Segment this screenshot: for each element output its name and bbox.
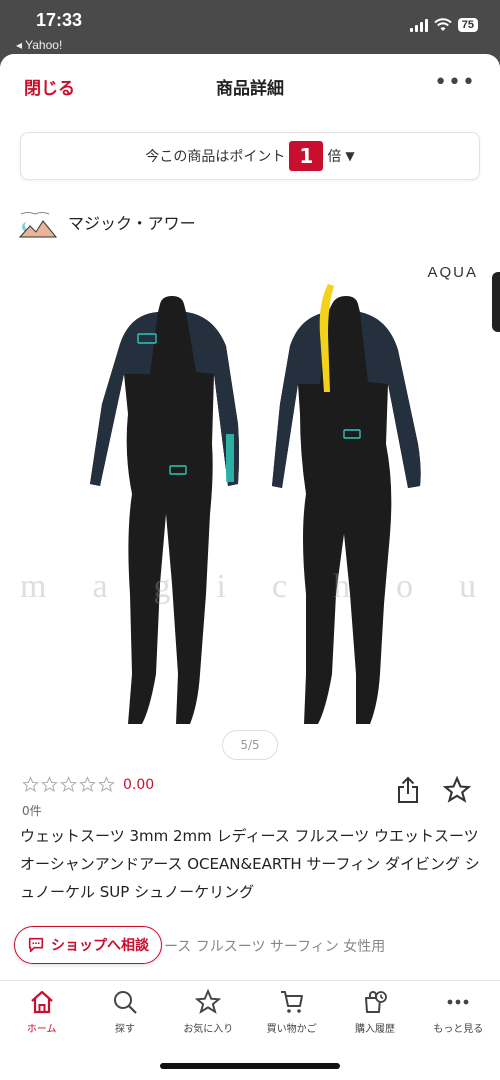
review-count[interactable]: 0件 xyxy=(22,802,42,819)
points-prefix: 今この商品はポイント xyxy=(145,149,286,165)
star-empty-icon xyxy=(41,776,58,792)
share-icon[interactable] xyxy=(396,776,420,804)
chat-bubble-icon xyxy=(28,937,44,953)
product-catchcopy: ィース フルスーツ サーフィン 女性用 xyxy=(150,939,386,955)
favorite-star-icon[interactable] xyxy=(443,776,471,804)
history-bag-icon xyxy=(364,991,387,1013)
points-multiplier: 1 xyxy=(289,141,324,171)
tab-label: 購入履歴 xyxy=(354,1024,395,1035)
product-detail-sheet: 閉じる 商品詳細 ••• 今この商品はポイント 1 倍 ▼ マジック・アワー A… xyxy=(0,54,500,1080)
shop-name: マジック・アワー xyxy=(68,214,196,233)
battery-icon: 75 xyxy=(457,18,478,32)
bottom-tab-bar: ホーム 探す お気に入り 買い物かご 購入履歴 もっと見る xyxy=(0,980,500,1080)
product-title: ウェットスーツ 3mm 2mm レディース フルスーツ ウエットスーツ オーシャ… xyxy=(20,827,480,901)
cart-icon xyxy=(280,991,303,1013)
tab-search[interactable]: 探す xyxy=(83,989,166,1035)
header: 閉じる 商品詳細 ••• xyxy=(0,54,500,116)
star-empty-icon xyxy=(22,776,39,792)
tab-label: ホーム xyxy=(26,1024,57,1035)
tab-favorites[interactable]: お気に入り xyxy=(167,989,250,1035)
image-watermark: magichour xyxy=(20,568,500,605)
rating-stars xyxy=(22,776,115,793)
brand-tag: AQUA xyxy=(427,264,478,281)
home-indicator xyxy=(160,1063,340,1069)
image-pager: 5/5 xyxy=(222,730,278,760)
product-image[interactable] xyxy=(0,254,500,734)
star-empty-icon xyxy=(60,776,77,792)
shop-consult-button[interactable]: ショップへ相談 xyxy=(14,926,162,964)
next-image-peek[interactable] xyxy=(492,272,500,332)
tab-more[interactable]: もっと見る xyxy=(417,989,500,1035)
more-options-button[interactable]: ••• xyxy=(434,70,476,95)
wetsuit-back-figure xyxy=(272,284,421,724)
tab-label: お気に入り xyxy=(183,1024,234,1035)
tab-label: 買い物かご xyxy=(266,1024,317,1035)
tab-order-history[interactable]: 購入履歴 xyxy=(333,989,416,1035)
tab-cart[interactable]: 買い物かご xyxy=(250,989,333,1035)
tab-label: 探す xyxy=(114,1024,135,1035)
page-title: 商品詳細 xyxy=(216,79,284,99)
points-suffix: 倍 xyxy=(327,149,342,165)
star-empty-icon xyxy=(79,776,96,792)
signal-icon xyxy=(409,18,428,32)
points-banner[interactable]: 今この商品はポイント 1 倍 ▼ xyxy=(20,132,480,180)
wetsuit-front-figure xyxy=(90,296,239,724)
star-empty-icon xyxy=(98,776,115,792)
shop-consult-label: ショップへ相談 xyxy=(51,938,149,954)
rating-row[interactable]: 0.00 xyxy=(22,776,154,793)
shop-link[interactable]: マジック・アワー xyxy=(18,204,196,240)
tab-label: もっと見る xyxy=(433,1024,484,1035)
tab-home[interactable]: ホーム xyxy=(0,989,83,1035)
rating-value: 0.00 xyxy=(123,776,155,793)
star-icon xyxy=(195,989,222,1014)
more-dots-icon xyxy=(447,999,469,1005)
caret-down-icon: ▼ xyxy=(345,149,355,163)
status-time: 17:33 xyxy=(36,10,83,30)
status-icons: 75 xyxy=(409,18,478,32)
status-bar: 17:33 ◂ Yahoo! 75 xyxy=(0,0,500,56)
wifi-icon xyxy=(434,18,452,31)
home-icon xyxy=(30,990,53,1014)
back-to-app-link[interactable]: ◂ Yahoo! xyxy=(16,38,62,52)
search-icon xyxy=(113,991,137,1014)
shop-logo-icon xyxy=(18,212,58,238)
